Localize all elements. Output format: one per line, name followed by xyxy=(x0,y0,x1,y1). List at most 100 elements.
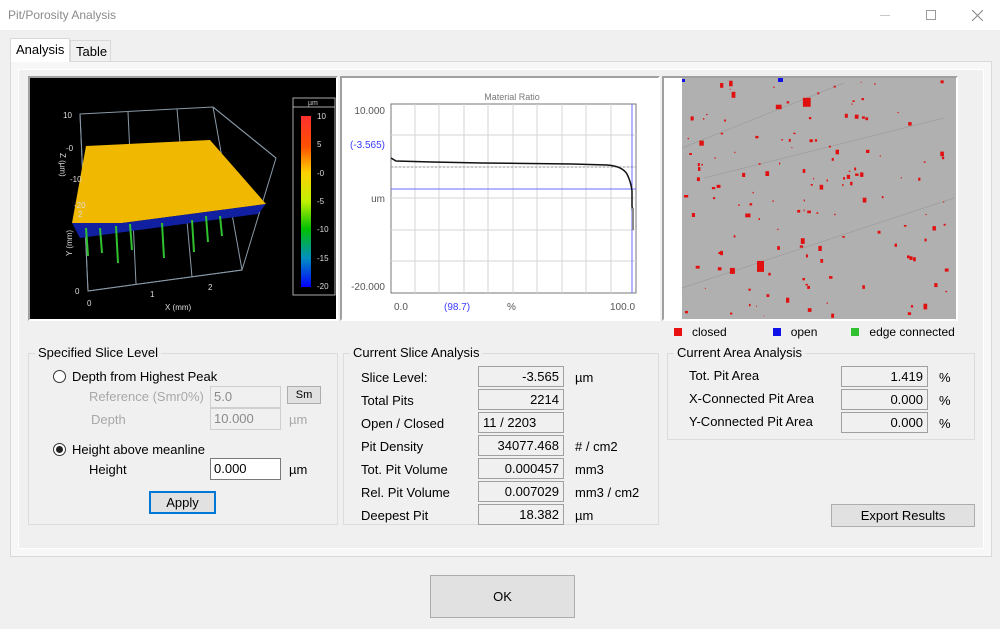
pit-marker xyxy=(940,151,944,157)
pit-map-background xyxy=(682,78,956,319)
apply-button[interactable]: Apply xyxy=(149,491,216,514)
slice-row-label: Slice Level: xyxy=(361,370,428,385)
svg-text:-5: -5 xyxy=(317,197,325,206)
tab-table-label: Table xyxy=(76,44,108,59)
pit-marker xyxy=(874,83,876,85)
pit-marker xyxy=(932,226,936,231)
pit-map-view[interactable] xyxy=(662,76,958,321)
z-axis-label: Z (µm) xyxy=(58,153,67,177)
depth-input[interactable]: 10.000 xyxy=(210,408,281,430)
svg-text:0: 0 xyxy=(75,287,80,296)
pit-marker xyxy=(698,167,701,171)
pit-marker xyxy=(791,147,793,149)
legend-edge-connected: edge connected xyxy=(851,325,955,339)
pit-marker xyxy=(758,163,761,165)
pit-marker xyxy=(907,255,910,259)
svg-text:10: 10 xyxy=(317,112,326,121)
pit-marker xyxy=(788,138,791,142)
colorbar xyxy=(301,116,311,287)
tab-table[interactable]: Table xyxy=(70,40,111,62)
pit-marker xyxy=(777,246,780,250)
pit-marker xyxy=(748,288,751,291)
area-row-unit: % xyxy=(939,416,951,431)
pit-marker xyxy=(834,213,836,216)
pit-marker xyxy=(903,225,907,227)
pit-marker xyxy=(908,122,912,126)
pit-marker xyxy=(877,230,881,234)
slice-row-unit: mm3 / cm2 xyxy=(575,485,640,500)
pit-marker xyxy=(703,118,705,120)
svg-text:-20: -20 xyxy=(317,282,329,291)
minimize-icon xyxy=(880,14,890,16)
pit-marker xyxy=(831,313,835,318)
pit-marker xyxy=(711,187,716,190)
pit-marker xyxy=(855,173,859,176)
slice-row-label: Pit Density xyxy=(361,439,424,454)
height-input[interactable]: 0.000 xyxy=(210,458,281,480)
pit-marker xyxy=(900,177,902,179)
pit-marker xyxy=(925,214,927,216)
pit-marker xyxy=(800,238,805,244)
pit-marker xyxy=(819,184,824,190)
pit-marker xyxy=(756,305,757,307)
area-row-unit: % xyxy=(939,370,951,385)
pit-marker xyxy=(923,161,926,163)
depth-from-peak-radio[interactable] xyxy=(53,370,66,383)
slice-row-value: 0.000457 xyxy=(478,458,564,479)
pit-marker xyxy=(826,302,828,304)
pit-marker xyxy=(854,114,859,119)
area-row-label: Tot. Pit Area xyxy=(689,368,760,383)
svg-text:2: 2 xyxy=(78,210,83,219)
ok-button[interactable]: OK xyxy=(430,575,575,618)
pit-marker xyxy=(803,199,805,202)
tab-analysis[interactable]: Analysis xyxy=(10,38,70,62)
material-ratio-view[interactable]: Material Ratio 10.000 (-3.565) um -20.00… xyxy=(340,76,660,321)
pit-marker xyxy=(852,100,855,102)
svg-text:%: % xyxy=(507,302,516,313)
pit-marker xyxy=(797,209,801,213)
svg-text:-10: -10 xyxy=(317,225,329,234)
depth-label: Depth xyxy=(91,412,126,427)
minimize-button[interactable] xyxy=(862,0,908,30)
pit-marker xyxy=(944,268,949,272)
pit-marker xyxy=(697,163,700,167)
area-analysis-group-title: Current Area Analysis xyxy=(674,345,806,360)
pit-marker xyxy=(850,181,853,186)
slice-analysis-group-title: Current Slice Analysis xyxy=(350,345,483,360)
pit-marker xyxy=(729,80,733,87)
svg-text:um: um xyxy=(371,194,385,205)
height-above-meanline-label[interactable]: Height above meanline xyxy=(72,442,205,457)
x-axis-label: X (mm) xyxy=(165,303,192,312)
maximize-button[interactable] xyxy=(908,0,954,30)
export-results-button[interactable]: Export Results xyxy=(831,504,975,527)
slice-row-value: 11 / 2203 xyxy=(478,412,564,433)
depth-from-peak-label[interactable]: Depth from Highest Peak xyxy=(72,369,217,384)
colorbar-ticks: 10 5 -0 -5 -10 -15 -20 xyxy=(317,112,329,291)
svg-text:-10: -10 xyxy=(70,175,82,184)
legend-open: open xyxy=(772,325,817,339)
pit-marker xyxy=(923,303,928,310)
pit-marker xyxy=(755,135,759,139)
slice-row-value: -3.565 xyxy=(478,366,564,387)
pit-marker xyxy=(720,250,723,256)
pit-marker xyxy=(897,112,899,114)
pit-marker xyxy=(881,196,884,199)
reference-input[interactable]: 5.0 xyxy=(210,386,281,408)
pit-marker xyxy=(684,195,689,198)
pit-marker xyxy=(945,290,948,293)
pit-marker xyxy=(758,218,760,220)
height-above-meanline-radio[interactable] xyxy=(53,443,66,456)
pit-marker xyxy=(829,276,833,279)
slice-row-value: 18.382 xyxy=(478,504,564,525)
pit-marker xyxy=(802,277,805,281)
surface-3d-view[interactable]: 10 -0 -10 -20 2 0 0 1 2 X (mm) Z (µm) Y … xyxy=(28,76,338,321)
close-button[interactable] xyxy=(954,0,1000,30)
pit-marker xyxy=(701,163,703,166)
sm-button[interactable]: Sm xyxy=(287,386,321,404)
pit-marker xyxy=(828,145,831,148)
area-row-label: X-Connected Pit Area xyxy=(689,391,815,406)
pit-map-legend: closed open edge connected xyxy=(674,325,983,339)
pit-marker xyxy=(716,184,721,188)
pit-marker xyxy=(733,235,736,238)
svg-text:0: 0 xyxy=(87,299,92,308)
